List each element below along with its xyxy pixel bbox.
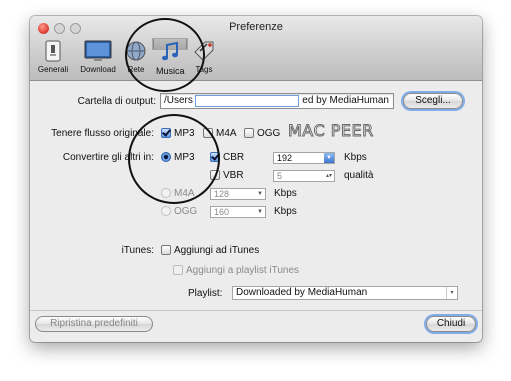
convert-ogg-label: OGG [174, 206, 198, 217]
stepper-arrows-icon: ▴▾ [325, 173, 333, 179]
m4a-bitrate-value: 128 [214, 189, 230, 199]
vbr-quality-stepper[interactable]: 5 ▴▾ [273, 170, 335, 182]
keep-ogg-label: OGG [257, 128, 281, 139]
vbr-label: VBR [223, 170, 244, 181]
ogg-unit: Kbps [274, 206, 297, 217]
toolbar-item-generali[interactable]: Generali [32, 38, 74, 78]
keep-m4a-label: M4A [216, 128, 237, 139]
m4a-bitrate-select[interactable]: 128 ▼ [210, 188, 266, 200]
annotation-circle-musica [125, 18, 205, 92]
cbr-unit: Kbps [344, 152, 367, 163]
output-path-end: ed by MediaHuman [302, 95, 389, 106]
ogg-bitrate-select[interactable]: 160 ▼ [210, 206, 266, 218]
footer-divider [30, 310, 482, 311]
window-title: Preferenze [229, 21, 283, 33]
convert-ogg-radio[interactable] [161, 206, 171, 216]
keep-ogg-checkbox[interactable] [244, 128, 254, 138]
output-folder-field[interactable]: /Users ed by MediaHuman [160, 93, 394, 109]
choose-folder-button[interactable]: Scegli... [403, 93, 463, 109]
toolbar-label: Download [80, 65, 116, 74]
add-to-playlist-checkbox[interactable] [173, 265, 183, 275]
preferences-window: Preferenze Generali Download Rete Musica… [30, 16, 482, 342]
reset-defaults-button[interactable]: Ripristina predefiniti [35, 316, 153, 332]
itunes-label: iTunes: [121, 245, 154, 256]
output-folder-label: Cartella di output: [77, 96, 156, 107]
cbr-label: CBR [223, 152, 245, 163]
playlist-select[interactable]: Downloaded by MediaHuman ▾ [232, 286, 458, 300]
chevron-down-icon: ▼ [257, 209, 263, 215]
vbr-unit: qualità [344, 170, 374, 181]
chevron-down-icon: ▼ [257, 191, 263, 197]
watermark-text: MAC PEER [288, 121, 374, 141]
add-to-playlist-label: Aggiungi a playlist iTunes [186, 265, 300, 276]
path-tooltip-box [195, 95, 299, 107]
cbr-bitrate-value: 192 [277, 153, 293, 163]
title-bar: Preferenze Generali Download Rete Musica… [30, 16, 482, 81]
close-button[interactable]: Chiudi [426, 316, 476, 332]
toolbar-item-download[interactable]: Download [76, 38, 120, 78]
phone-switch-icon [45, 40, 61, 62]
toolbar-label: Generali [37, 65, 69, 74]
playlist-value: Downloaded by MediaHuman [236, 287, 368, 298]
ogg-bitrate-value: 160 [214, 207, 230, 217]
vbr-quality-value: 5 [277, 171, 283, 181]
m4a-unit: Kbps [274, 188, 297, 199]
chevron-down-icon: ▼ [324, 153, 334, 163]
output-path-start: /Users [164, 95, 193, 106]
playlist-label: Playlist: [188, 288, 223, 299]
add-to-itunes-checkbox[interactable] [161, 245, 171, 255]
annotation-circle-mp3 [128, 114, 220, 204]
add-to-itunes-label: Aggiungi ad iTunes [174, 245, 260, 256]
cbr-bitrate-select[interactable]: 192 ▼ [273, 152, 335, 164]
chevron-down-icon: ▾ [446, 287, 457, 299]
monitor-icon [84, 40, 112, 61]
